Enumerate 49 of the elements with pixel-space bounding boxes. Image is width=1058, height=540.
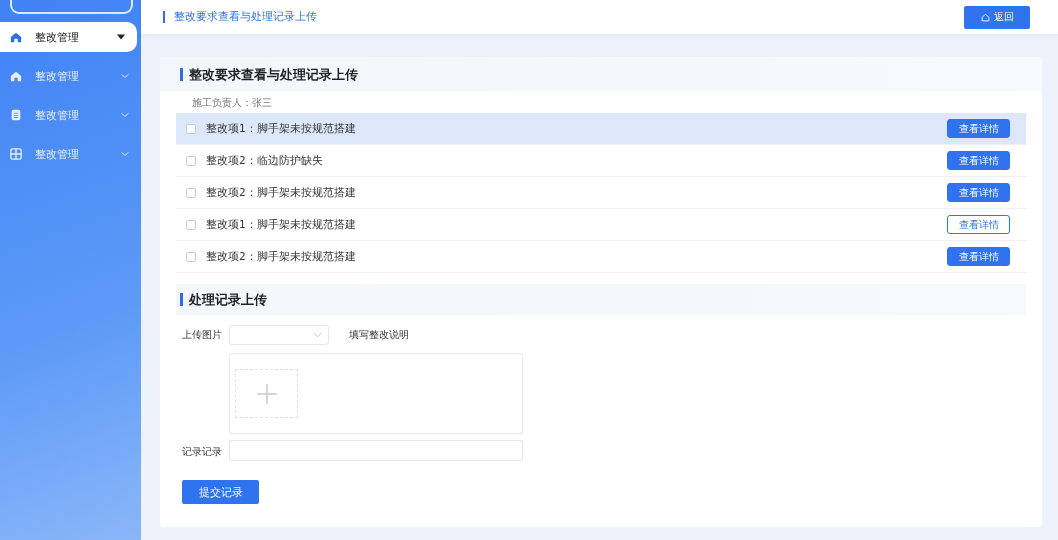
submit-button[interactable]: 提交记录 [182, 480, 259, 504]
details-button[interactable]: 查看详情 [947, 183, 1010, 202]
checkbox[interactable] [186, 123, 196, 134]
nav-item[interactable]: 整改管理 [0, 22, 137, 52]
checkbox[interactable] [186, 187, 196, 198]
caret-icon [117, 34, 125, 40]
item-text: 整改项1：脚手架未按规范搭建 [206, 121, 357, 136]
list-row[interactable]: 整改项2：临边防护缺失 查看详情 [176, 145, 1026, 177]
section-title: 处理记录上传 [180, 293, 267, 306]
chevron-icon [121, 73, 129, 79]
details-button[interactable]: 查看详情 [947, 215, 1010, 234]
home-icon [10, 31, 22, 43]
home-icon [10, 70, 22, 82]
list-row[interactable]: 整改项2：脚手架未按规范搭建 查看详情 [176, 177, 1026, 209]
field-label: 填写整改说明 [349, 328, 409, 342]
upload-area[interactable] [229, 353, 523, 434]
logo-icon [10, 0, 133, 14]
item-text: 整改项1：脚手架未按规范搭建 [206, 217, 357, 232]
grid-icon [10, 148, 22, 160]
section-title: 整改要求查看与处理记录上传 [180, 67, 358, 81]
chevron-icon [313, 332, 322, 338]
field-label: 上传图片 [182, 328, 223, 342]
details-button[interactable]: 查看详情 [947, 119, 1010, 138]
list-row[interactable]: 整改项1：脚手架未按规范搭建 查看详情 [176, 209, 1026, 241]
checkbox[interactable] [186, 155, 196, 166]
record-input[interactable] [229, 440, 523, 461]
chevron-icon [121, 151, 129, 157]
back-button[interactable]: 返回 [964, 5, 1030, 29]
field-label: 记录记录 [182, 445, 223, 459]
document-icon [10, 109, 22, 121]
item-text: 整改项2：临边防护缺失 [206, 153, 324, 168]
checkbox[interactable] [186, 219, 196, 230]
details-button[interactable]: 查看详情 [947, 247, 1010, 266]
details-button[interactable]: 查看详情 [947, 151, 1010, 170]
checkbox[interactable] [186, 251, 196, 262]
nav-item[interactable]: 整改管理 [0, 139, 141, 169]
page-title: 整改要求查看与处理记录上传 [163, 11, 317, 23]
chevron-icon [121, 112, 129, 118]
home-icon [980, 12, 990, 22]
plus-icon [255, 382, 278, 405]
add-image-button[interactable] [235, 369, 298, 418]
item-text: 整改项2：脚手架未按规范搭建 [206, 249, 357, 264]
nav-item[interactable]: 整改管理 [0, 100, 141, 130]
list-row[interactable]: 整改项1：脚手架未按规范搭建 查看详情 [176, 113, 1026, 145]
owner-text: 施工负责人：张三 [191, 96, 273, 110]
select-field[interactable] [229, 325, 329, 345]
nav-item[interactable]: 整改管理 [0, 61, 141, 91]
list-row[interactable]: 整改项2：脚手架未按规范搭建 查看详情 [176, 241, 1026, 273]
item-text: 整改项2：脚手架未按规范搭建 [206, 185, 357, 200]
